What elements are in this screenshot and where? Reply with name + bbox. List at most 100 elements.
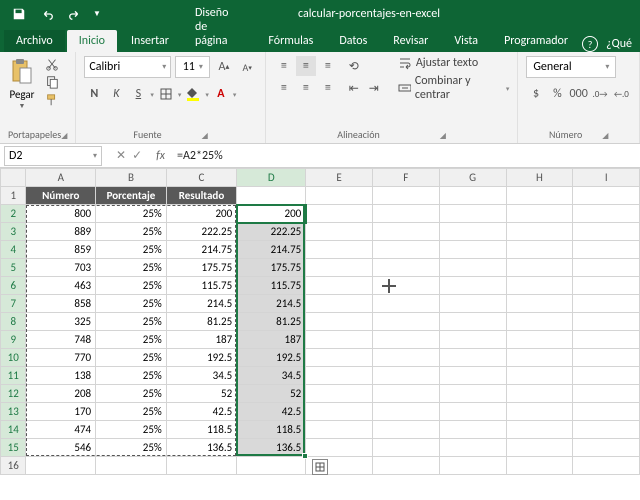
column-header[interactable]: C [166,169,236,187]
comma-format-icon[interactable]: 000 [569,84,588,104]
row-header[interactable]: 13 [1,403,26,421]
redo-icon[interactable] [62,3,88,25]
decrease-font-icon[interactable]: A▾ [238,57,257,77]
cell[interactable] [372,421,439,439]
dialog-launcher-icon[interactable]: ◢ [202,131,208,141]
cell[interactable] [439,241,506,259]
paste-label[interactable]: Pegar [9,88,34,101]
cell[interactable] [306,187,373,205]
cell[interactable] [506,385,573,403]
cell[interactable] [506,313,573,331]
cell[interactable]: 175.75 [166,259,236,277]
cell[interactable]: 34.5 [166,367,236,385]
row-header[interactable]: 15 [1,439,26,457]
accounting-format-icon[interactable]: $ [526,84,545,104]
cell[interactable] [573,295,640,313]
cell[interactable] [439,349,506,367]
tab-datos[interactable]: Datos [327,30,379,52]
cell[interactable] [372,349,439,367]
cell[interactable]: 81.25 [237,313,306,331]
cell[interactable] [439,331,506,349]
font-color-icon[interactable]: A [211,84,231,104]
cell[interactable] [306,259,373,277]
cell[interactable]: 115.75 [166,277,236,295]
cell[interactable] [96,457,167,475]
cell[interactable] [439,259,506,277]
cell[interactable] [372,205,439,223]
cell[interactable] [372,385,439,403]
fx-icon[interactable]: fx [150,149,171,163]
row-header[interactable]: 5 [1,259,26,277]
cell[interactable]: 25% [96,385,167,403]
cell[interactable]: 52 [237,385,306,403]
cell[interactable] [439,367,506,385]
cell[interactable]: 325 [26,313,96,331]
cell[interactable]: 52 [166,385,236,403]
cell[interactable]: 222.25 [166,223,236,241]
cell[interactable]: 200 [166,205,236,223]
cell[interactable] [439,403,506,421]
cell[interactable]: 474 [26,421,96,439]
cell[interactable] [372,277,439,295]
cell[interactable] [306,421,373,439]
cell[interactable]: 25% [96,205,167,223]
cell[interactable]: 187 [166,331,236,349]
table-header-cell[interactable]: Resultado [166,187,236,205]
cell[interactable] [306,331,373,349]
cell[interactable]: 800 [26,205,96,223]
cell[interactable] [573,277,640,295]
tab-diseno[interactable]: Diseño de página [183,2,254,52]
cell[interactable] [306,313,373,331]
cell[interactable] [506,259,573,277]
cell[interactable] [237,187,306,205]
cell[interactable]: 138 [26,367,96,385]
row-header[interactable]: 8 [1,313,26,331]
cell[interactable] [506,223,573,241]
tab-inicio[interactable]: Inicio [67,30,117,52]
dialog-launcher-icon[interactable]: ◢ [61,131,67,141]
orientation-icon[interactable]: ⟲ [344,56,364,76]
underline-button[interactable]: S [128,84,148,104]
column-header[interactable]: G [439,169,506,187]
cell[interactable] [439,313,506,331]
cell[interactable] [573,457,640,475]
cell[interactable]: 858 [26,295,96,313]
cell[interactable] [439,385,506,403]
cell[interactable]: 42.5 [166,403,236,421]
cell[interactable] [372,367,439,385]
tab-revisar[interactable]: Revisar [381,30,440,52]
increase-indent-icon[interactable]: ⇥ [364,78,384,98]
cell[interactable]: 115.75 [237,277,306,295]
paste-icon[interactable] [8,56,36,88]
bold-button[interactable]: N [84,84,104,104]
cell[interactable] [573,205,640,223]
align-bottom-icon[interactable]: ≡ [318,56,338,76]
cell[interactable]: 25% [96,439,167,457]
cell[interactable] [439,421,506,439]
worksheet-grid[interactable]: ABCDEFGHI1NúmeroPorcentajeResultado28002… [0,168,640,475]
cell[interactable] [506,367,573,385]
cell[interactable]: 187 [237,331,306,349]
cell[interactable]: 25% [96,295,167,313]
align-middle-icon[interactable]: ≡ [296,56,316,76]
cell[interactable] [439,223,506,241]
table-header-cell[interactable]: Porcentaje [96,187,167,205]
cell[interactable] [573,331,640,349]
cell[interactable]: 25% [96,367,167,385]
borders-icon[interactable] [156,84,176,104]
cell[interactable]: 703 [26,259,96,277]
cell[interactable]: 770 [26,349,96,367]
cell[interactable]: 136.5 [166,439,236,457]
tab-vista[interactable]: Vista [442,30,490,52]
qat-dropdown-icon[interactable]: ▼ [90,3,104,25]
copy-icon[interactable] [42,74,62,90]
cell[interactable] [306,241,373,259]
align-top-icon[interactable]: ≡ [274,56,294,76]
cell[interactable]: 25% [96,223,167,241]
tab-file[interactable]: Archivo [4,30,65,52]
cell[interactable] [439,457,506,475]
cell[interactable] [439,439,506,457]
row-header[interactable]: 4 [1,241,26,259]
cell[interactable] [439,187,506,205]
cell[interactable] [306,385,373,403]
